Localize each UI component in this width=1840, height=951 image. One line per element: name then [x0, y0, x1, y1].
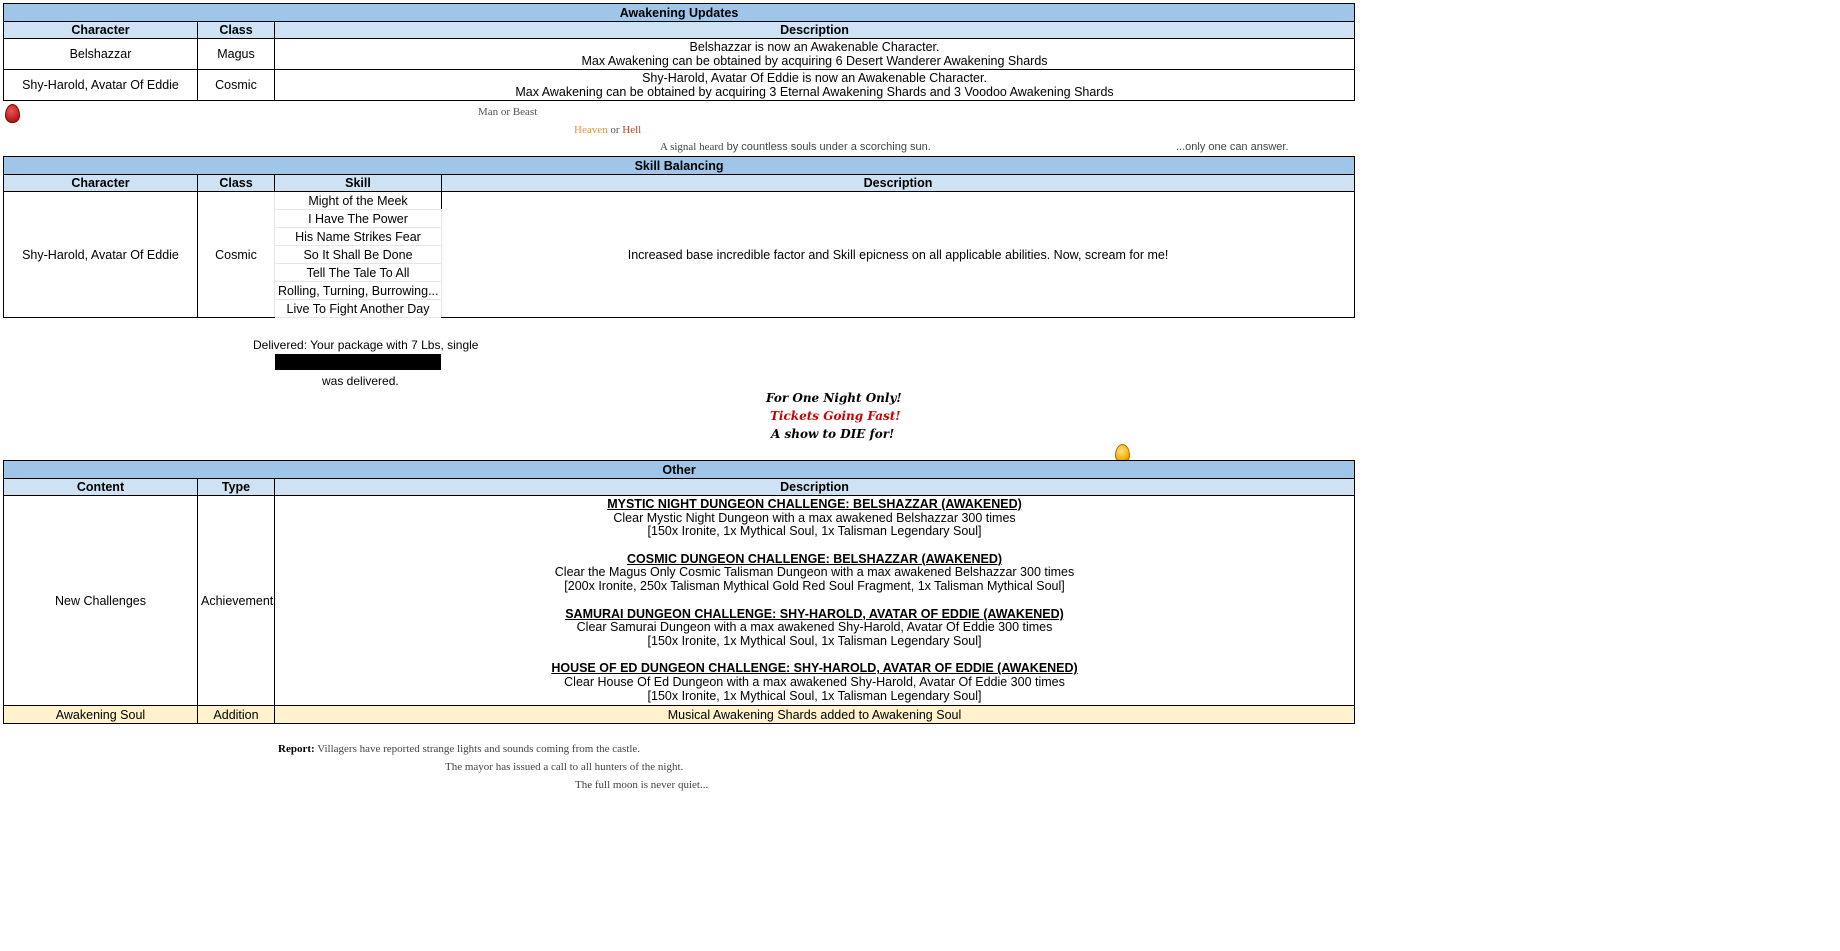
challenge-title: HOUSE OF ED DUNGEON CHALLENGE: SHY-HAROL… — [551, 661, 1078, 676]
table-row: Shy-Harold, Avatar Of Eddie Cosmic Might… — [3, 191, 1356, 318]
report-line2: The mayor has issued a call to all hunte… — [445, 761, 684, 773]
header-character: Character — [3, 21, 198, 39]
class-cell: Cosmic — [197, 69, 275, 101]
skill-title: Skill Balancing — [2, 156, 1356, 175]
description-line: Max Awakening can be obtained by acquiri… — [581, 54, 1048, 68]
header-description: Description — [273, 21, 1356, 39]
content-cell: New Challenges — [3, 494, 198, 707]
table-row: Belshazzar Magus Belshazzar is now an Aw… — [3, 38, 1356, 70]
class-cell: Cosmic — [197, 191, 275, 318]
man-or-beast-text: Man or Beast — [478, 106, 538, 118]
delivery-line2: was delivered. — [322, 374, 399, 388]
show-line2: Tickets Going Fast! — [770, 409, 901, 423]
table-row: Awakening Soul Addition Musical Awakenin… — [3, 705, 1356, 725]
signal-serif: A signal heard — [660, 141, 724, 153]
type-cell: Addition — [197, 705, 275, 725]
heaven-word: Heaven — [574, 124, 608, 136]
awakening-header-row: Character Class Description — [3, 21, 1356, 39]
description-line: Belshazzar is now an Awakenable Characte… — [689, 40, 940, 54]
header-description: Description — [440, 174, 1356, 192]
skill-header-row: Character Class Skill Description — [3, 174, 1356, 192]
challenge-reward: [150x Ironite, 1x Mythical Soul, 1x Tali… — [647, 688, 982, 703]
header-type: Type — [197, 478, 275, 496]
table-row: New Challenges Achievements MYSTIC NIGHT… — [3, 494, 1356, 707]
other-title-row: Other — [2, 460, 1356, 479]
header-description: Description — [273, 478, 1356, 496]
challenge-reward: [150x Ironite, 1x Mythical Soul, 1x Tali… — [647, 524, 982, 539]
answer-text: ...only one can answer. — [1176, 141, 1289, 153]
or-word: or — [607, 124, 623, 136]
report-label: Report: — [278, 743, 315, 755]
header-character: Character — [3, 174, 198, 192]
challenge-reward: [150x Ironite, 1x Mythical Soul, 1x Tali… — [647, 633, 982, 648]
signal-text: A signal heard by countless souls under … — [660, 141, 931, 153]
other-table: Other Content Type Description New Chall… — [2, 460, 1356, 725]
skill-cell: Might of the Meek — [274, 191, 442, 210]
heaven-or-hell-text: Heaven or Hell — [574, 124, 641, 136]
description-line: Shy-Harold, Avatar Of Eddie is now an Aw… — [642, 71, 987, 85]
challenge-line: Clear Mystic Night Dungeon with a max aw… — [613, 510, 1016, 525]
header-class: Class — [197, 21, 275, 39]
skill-cell: Tell The Tale To All — [274, 263, 442, 282]
header-skill: Skill — [274, 174, 442, 192]
delivery-line1: Delivered: Your package with 7 Lbs, sing… — [253, 338, 479, 352]
awakening-title: Awakening Updates — [2, 3, 1356, 22]
challenge-title: COSMIC DUNGEON CHALLENGE: BELSHAZZAR (AW… — [627, 551, 1003, 566]
show-line3: A show to DIE for! — [771, 427, 895, 441]
table-row: Shy-Harold, Avatar Of Eddie Cosmic Shy-H… — [3, 69, 1356, 101]
header-content: Content — [3, 478, 198, 496]
awakening-title-row: Awakening Updates — [2, 3, 1356, 22]
header-class: Class — [197, 174, 275, 192]
report-text: Villagers have reported strange lights a… — [314, 743, 641, 755]
challenge-line: Clear the Magus Only Cosmic Talisman Dun… — [554, 565, 1075, 580]
skill-cell: I Have The Power — [274, 209, 442, 228]
challenge-title: MYSTIC NIGHT DUNGEON CHALLENGE: BELSHAZZ… — [607, 497, 1022, 511]
description-cell: Musical Awakening Shards added to Awaken… — [273, 705, 1356, 725]
report-line1: Report: Villagers have reported strange … — [278, 743, 640, 755]
other-header-row: Content Type Description — [3, 478, 1356, 496]
description-cell: Belshazzar is now an Awakenable Characte… — [273, 38, 1356, 70]
challenge-title: SAMURAI DUNGEON CHALLENGE: SHY-HAROLD, A… — [565, 606, 1064, 621]
hell-word: Hell — [622, 124, 642, 136]
show-line1: For One Night Only! — [766, 391, 902, 405]
description-line: Max Awakening can be obtained by acquiri… — [515, 85, 1114, 99]
skill-balancing-table: Skill Balancing Character Class Skill De… — [2, 156, 1356, 318]
class-cell: Magus — [197, 38, 275, 70]
content-cell: Awakening Soul — [3, 705, 198, 725]
other-title: Other — [2, 460, 1356, 479]
challenges-cell: MYSTIC NIGHT DUNGEON CHALLENGE: BELSHAZZ… — [273, 494, 1356, 707]
signal-rest: by countless souls under a scorching sun… — [723, 141, 931, 153]
skill-cell: So It Shall Be Done — [274, 245, 442, 264]
redacted-bar — [275, 354, 441, 370]
description-cell: Increased base incredible factor and Ski… — [440, 191, 1356, 318]
awakening-updates-table: Awakening Updates Character Class Descri… — [2, 3, 1356, 101]
challenge-line: Clear Samurai Dungeon with a max awakene… — [576, 620, 1053, 635]
skill-cell: Rolling, Turning, Burrowing... — [274, 281, 442, 300]
type-cell: Achievements — [197, 494, 275, 707]
character-cell: Belshazzar — [3, 38, 198, 70]
character-cell: Shy-Harold, Avatar Of Eddie — [3, 191, 198, 318]
skill-cell: Live To Fight Another Day — [274, 299, 442, 318]
challenge-line: Clear House Of Ed Dungeon with a max awa… — [564, 674, 1065, 689]
red-egg-icon[interactable] — [5, 104, 20, 123]
description-cell: Shy-Harold, Avatar Of Eddie is now an Aw… — [273, 69, 1356, 101]
skill-cell: His Name Strikes Fear — [274, 227, 442, 246]
character-cell: Shy-Harold, Avatar Of Eddie — [3, 69, 198, 101]
challenge-reward: [200x Ironite, 250x Talisman Mythical Go… — [564, 578, 1065, 593]
skill-title-row: Skill Balancing — [2, 156, 1356, 175]
report-line3: The full moon is never quiet... — [575, 779, 709, 791]
